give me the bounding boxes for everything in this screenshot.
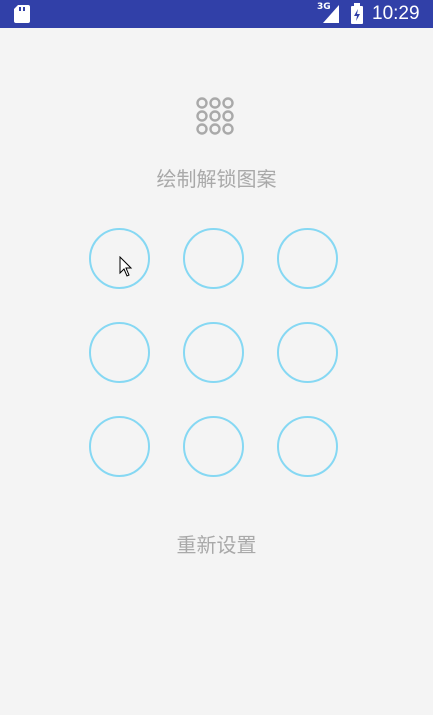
pattern-dot-8[interactable] (183, 416, 244, 477)
signal-icon (323, 5, 339, 23)
clock: 10:29 (372, 3, 420, 24)
pattern-grid-icon (196, 97, 234, 135)
pattern-dot-7[interactable] (89, 416, 150, 477)
sd-card-icon (14, 5, 30, 23)
status-bar: 3G 10:29 (0, 0, 433, 28)
reset-button[interactable]: 重新设置 (0, 532, 433, 558)
pattern-dot-2[interactable] (183, 228, 244, 289)
battery-icon (351, 3, 363, 24)
mouse-cursor-icon (119, 256, 133, 277)
pattern-dot-4[interactable] (89, 322, 150, 383)
pattern-dot-3[interactable] (277, 228, 338, 289)
draw-pattern-prompt: 绘制解锁图案 (156, 167, 277, 191)
pattern-dot-5[interactable] (183, 322, 244, 383)
pattern-dot-9[interactable] (277, 416, 338, 477)
pattern-dot-6[interactable] (277, 322, 338, 383)
